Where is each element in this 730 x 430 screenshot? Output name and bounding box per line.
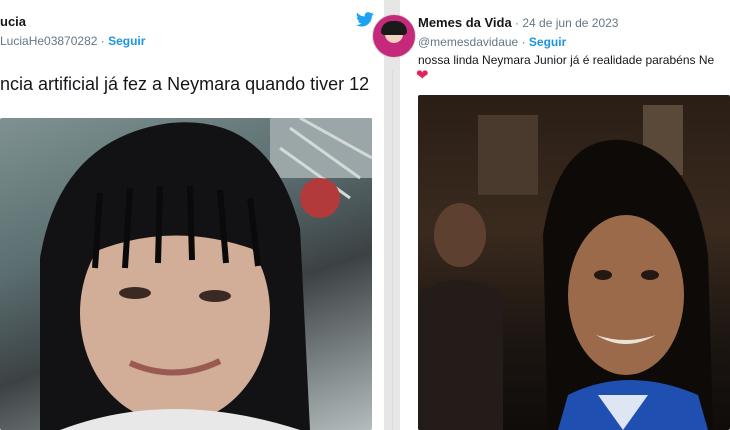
left-tweet-text: ncia artificial já fez a Neymara quando … (0, 74, 370, 94)
left-tweet-photo[interactable] (0, 118, 372, 430)
left-handle[interactable]: LuciaHe03870282 (0, 34, 97, 48)
right-author-line: Memes da Vida · 24 de jun de 2023 (418, 15, 618, 30)
right-handle-line: @memesdavidaue · Seguir (418, 35, 566, 49)
avatar-hair (381, 21, 407, 35)
right-author-name[interactable]: Memes da Vida (418, 15, 512, 30)
left-photo-art (40, 118, 372, 430)
right-tweet-photo[interactable] (418, 95, 730, 430)
left-author-name[interactable]: ucia (0, 14, 26, 29)
right-tweet-card: Memes da Vida · 24 de jun de 2023 @memes… (400, 0, 730, 430)
right-date[interactable]: 24 de jun de 2023 (522, 16, 618, 30)
right-date-separator: · (511, 16, 523, 30)
left-follow-button[interactable]: Seguir (108, 34, 145, 48)
card-divider (392, 70, 393, 430)
memes-da-vida-avatar[interactable] (372, 14, 416, 58)
left-tweet-card: ucia LuciaHe03870282 · Seguir ncia artif… (0, 0, 384, 430)
right-photo-art (418, 105, 713, 430)
right-tweet-text: nossa linda Neymara Junior já é realidad… (418, 53, 715, 67)
heart-icon: ❤ (416, 67, 429, 84)
left-separator: · (97, 34, 109, 48)
right-follow-button[interactable]: Seguir (529, 35, 566, 49)
right-separator: · (518, 35, 529, 49)
right-handle[interactable]: @memesdavidaue (418, 35, 518, 49)
twitter-bird-icon[interactable] (356, 12, 374, 27)
left-handle-line: LuciaHe03870282 · Seguir (0, 34, 145, 48)
